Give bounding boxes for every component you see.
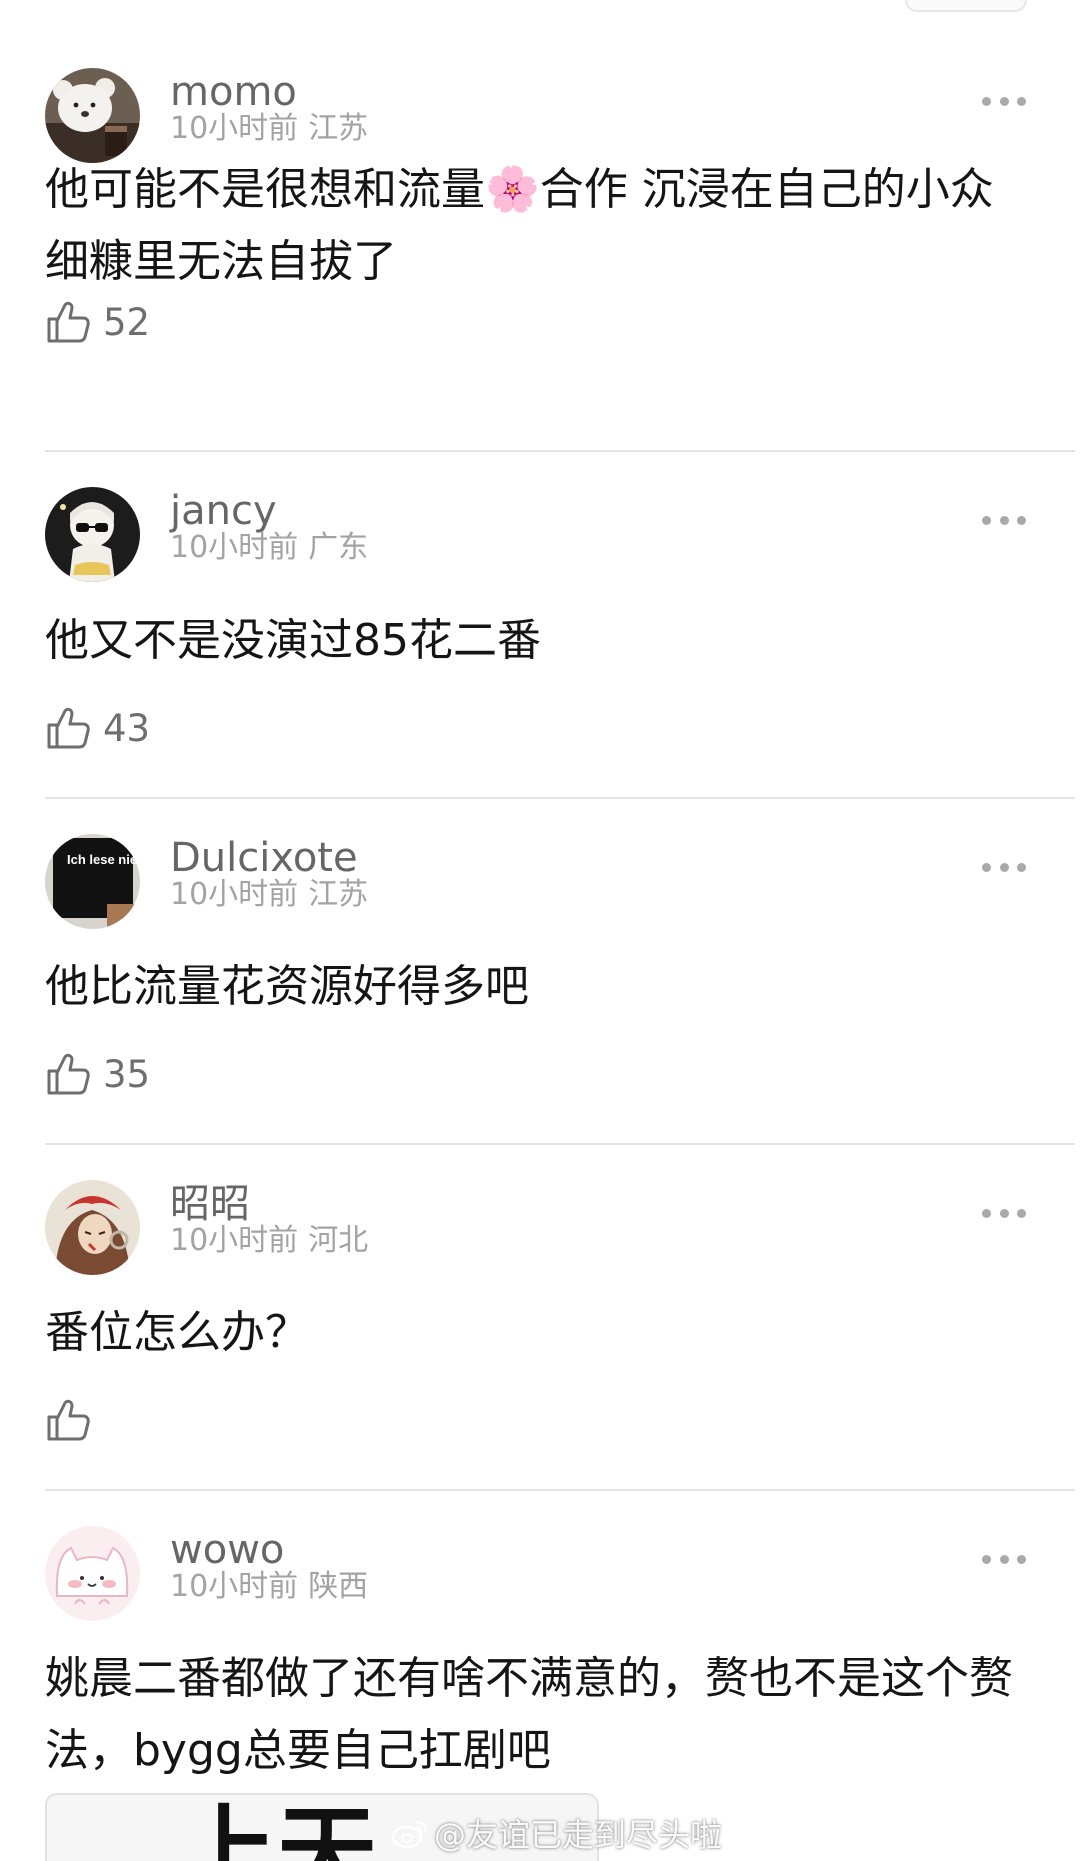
white-bear-avatar-image bbox=[45, 68, 140, 163]
avatar[interactable]: Ich lese nie.* bbox=[45, 834, 140, 929]
more-dots-icon[interactable] bbox=[982, 513, 1026, 527]
username[interactable]: Dulcixote bbox=[170, 838, 358, 878]
timestamp: 10小时前 bbox=[170, 530, 299, 565]
book-cover-text: Ich lese nie.* bbox=[67, 852, 140, 867]
timestamp: 10小时前 bbox=[170, 111, 299, 146]
location: 广东 bbox=[308, 530, 369, 565]
divider bbox=[45, 1143, 1075, 1145]
like-button[interactable]: 43 bbox=[45, 704, 150, 752]
thumbs-up-icon bbox=[47, 301, 90, 343]
thumbs-up-icon bbox=[47, 707, 90, 749]
comment-text: 他比流量花资源好得多吧 bbox=[45, 961, 529, 1012]
like-count: 52 bbox=[103, 300, 151, 344]
more-dots-icon[interactable] bbox=[982, 1552, 1026, 1566]
divider bbox=[45, 450, 1075, 452]
username[interactable]: jancy bbox=[170, 491, 277, 531]
book-cover-avatar-image: Ich lese nie.* bbox=[45, 834, 140, 929]
thumbs-up-icon bbox=[47, 1399, 90, 1441]
weibo-logo-icon bbox=[391, 1820, 428, 1849]
avatar[interactable] bbox=[45, 1526, 140, 1621]
timestamp: 10小时前 bbox=[170, 1569, 299, 1604]
comment-text: 他又不是没演过85花二番 bbox=[45, 615, 541, 666]
comment-text: 姚晨二番都做了还有啥不满意的，赘也不是这个赘法，bygg总要自己扛剧吧 bbox=[45, 1653, 1013, 1776]
like-button[interactable]: 52 bbox=[45, 298, 150, 346]
comments-page: momo 10小时前 江苏 他可能不是很想和流量🌸合作 沉浸在自己的小众细糠里无法… bbox=[0, 0, 1080, 1861]
divider bbox=[45, 1489, 1075, 1491]
username[interactable]: momo bbox=[170, 72, 297, 112]
like-button[interactable]: 35 bbox=[45, 1050, 150, 1098]
more-dots-icon[interactable] bbox=[982, 94, 1026, 108]
location: 江苏 bbox=[308, 877, 369, 912]
comment-meta: 10小时前 江苏 bbox=[170, 114, 368, 144]
pink-cat-avatar-image bbox=[45, 1526, 140, 1621]
top-pill bbox=[905, 0, 1027, 12]
location: 江苏 bbox=[308, 111, 369, 146]
like-count: 35 bbox=[103, 1052, 151, 1096]
anime-girl-sunglasses-avatar-image bbox=[45, 487, 140, 582]
watermark: @友谊已走到尽头啦 bbox=[390, 1810, 722, 1856]
more-dots-icon[interactable] bbox=[982, 860, 1026, 874]
location: 河北 bbox=[308, 1223, 369, 1258]
watermark-text: @友谊已走到尽头啦 bbox=[434, 1816, 723, 1854]
comment-meta: 10小时前 河北 bbox=[170, 1226, 368, 1256]
comment-text: 番位怎么办？ bbox=[45, 1307, 309, 1358]
thumbs-up-icon bbox=[47, 1053, 90, 1095]
username[interactable]: wowo bbox=[170, 1530, 284, 1570]
like-count: 43 bbox=[103, 706, 151, 750]
username[interactable]: 昭昭 bbox=[170, 1184, 250, 1224]
divider bbox=[45, 797, 1075, 799]
avatar[interactable] bbox=[45, 68, 140, 163]
comment-meta: 10小时前 陕西 bbox=[170, 1572, 368, 1602]
comment-meta: 10小时前 广东 bbox=[170, 533, 368, 563]
more-dots-icon[interactable] bbox=[982, 1206, 1026, 1220]
like-button[interactable] bbox=[45, 1396, 103, 1444]
avatar[interactable] bbox=[45, 1180, 140, 1275]
timestamp: 10小时前 bbox=[170, 877, 299, 912]
timestamp: 10小时前 bbox=[170, 1223, 299, 1258]
anime-warrior-avatar-image bbox=[45, 1180, 140, 1275]
location: 陕西 bbox=[308, 1569, 369, 1604]
comment-text: 他可能不是很想和流量🌸合作 沉浸在自己的小众细糠里无法自拔了 bbox=[45, 164, 994, 287]
comment-meta: 10小时前 江苏 bbox=[170, 880, 368, 910]
avatar[interactable] bbox=[45, 487, 140, 582]
preview-text: 上天 bbox=[177, 1794, 377, 1861]
